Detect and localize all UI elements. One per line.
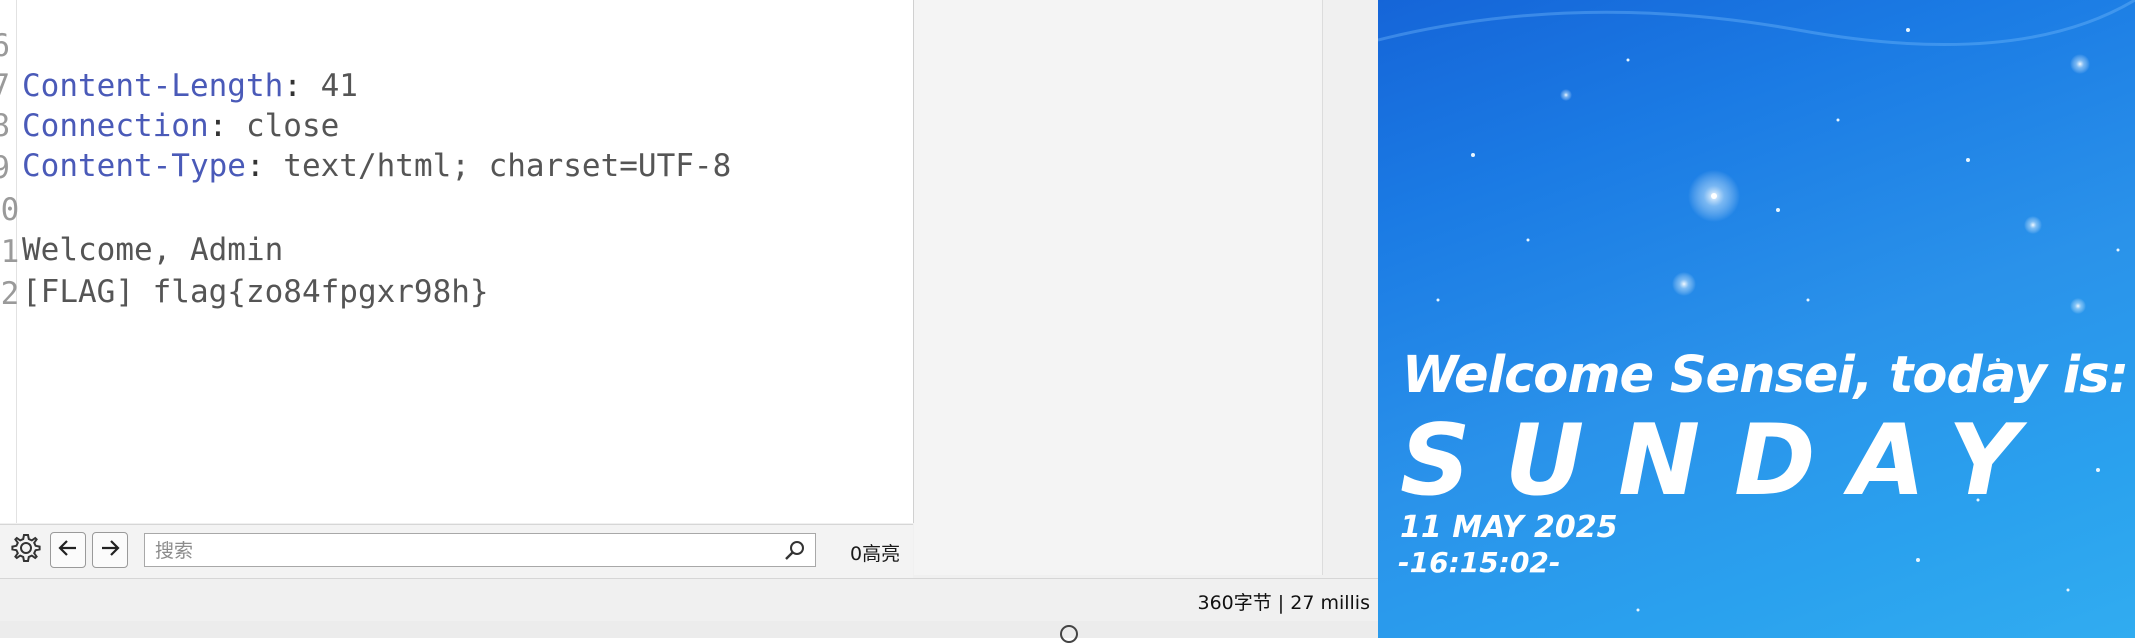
settings-button[interactable] xyxy=(8,532,44,568)
inspector-panel xyxy=(914,0,1322,575)
response-editor[interactable]: 6 Content-Length: 41 7 Connection: close… xyxy=(0,0,914,523)
highlight-count: 0高亮 xyxy=(850,543,901,565)
search-box[interactable] xyxy=(144,533,816,567)
header-value: text/html; charset=UTF-8 xyxy=(264,148,732,184)
header-separator: : xyxy=(208,108,228,144)
search-toolbar: 0高亮 xyxy=(0,524,913,579)
response-size-time: 360字节 | 27 millis xyxy=(1197,592,1371,614)
editor-line: 12 xyxy=(0,234,112,312)
header-value: 41 xyxy=(301,68,358,104)
search-input[interactable] xyxy=(153,538,757,564)
current-time: -16:15:02- xyxy=(1398,546,1561,579)
search-icon[interactable] xyxy=(783,539,807,567)
status-bar: 360字节 | 27 millis xyxy=(0,578,1378,622)
desktop-wallpaper: Welcome Sensei, today is: SUNDAY 11 MAY … xyxy=(1378,0,2135,638)
current-date: 11 MAY 2025 xyxy=(1400,510,1618,545)
previous-match-button[interactable] xyxy=(50,532,86,568)
editor-line: 6 Content-Length: 41 xyxy=(0,0,358,104)
editor-line: 7 Connection: close xyxy=(0,26,339,144)
header-separator: : xyxy=(283,68,302,104)
day-of-week: SUNDAY xyxy=(1400,404,2054,518)
welcome-message: Welcome Sensei, today is: xyxy=(1402,346,2129,405)
panel-divider[interactable] xyxy=(1322,0,1379,575)
editor-line: 10 Welcome, Admin xyxy=(0,150,283,268)
next-match-button[interactable] xyxy=(92,532,128,568)
header-separator: : xyxy=(245,148,265,184)
editor-line: 11 [FLAG] flag{zo84fpgxr98h} xyxy=(0,192,489,310)
response-panel: 6 Content-Length: 41 7 Connection: close… xyxy=(0,0,1379,643)
arrow-left-icon xyxy=(57,537,79,563)
arrow-right-icon xyxy=(99,537,121,563)
editor-line: 8 Content-Type: text/html; charset=UTF-8 xyxy=(0,66,731,184)
header-value: close xyxy=(227,108,340,144)
clock-icon xyxy=(1060,625,1078,643)
bottom-strip xyxy=(0,621,1378,643)
editor-line: 9 xyxy=(0,108,112,186)
line-number: 12 xyxy=(0,276,20,312)
gear-icon xyxy=(10,532,42,568)
